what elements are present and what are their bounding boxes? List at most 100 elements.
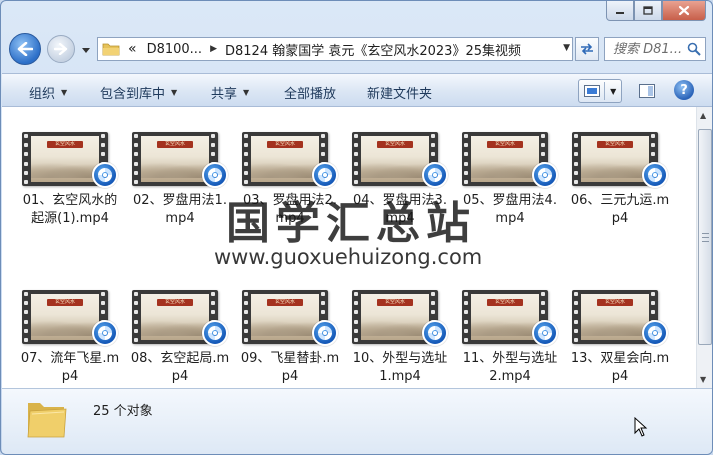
thumbnail-banner: 玄空风水: [487, 299, 523, 306]
chevron-right-icon[interactable]: ▶: [210, 44, 217, 54]
media-player-icon: [312, 320, 338, 346]
address-row: « D8100... ▶ D8124 翰蒙国学 袁元《玄空风水2023》25集视…: [1, 29, 712, 73]
media-player-icon: [642, 320, 668, 346]
share-label: 共享: [211, 87, 238, 102]
play-all-label: 全部播放: [284, 87, 337, 102]
explorer-window: « D8100... ▶ D8124 翰蒙国学 袁元《玄空风水2023》25集视…: [0, 0, 713, 455]
address-bar[interactable]: « D8100... ▶ D8124 翰蒙国学 袁元《玄空风水2023》25集视…: [97, 37, 573, 61]
video-thumbnail: 玄空风水: [572, 290, 668, 348]
media-player-icon: [92, 320, 118, 346]
media-player-icon: [642, 162, 668, 188]
thumbnail-banner: 玄空风水: [597, 299, 633, 306]
close-icon: [678, 5, 690, 16]
watermark-title: 国学汇总站: [226, 198, 476, 249]
organize-menu[interactable]: 组织 ▼: [29, 83, 67, 102]
video-thumbnail: 玄空风水: [352, 132, 448, 190]
file-name: 13、双星会向.mp4: [570, 351, 670, 384]
file-name: 06、三元九运.mp4: [570, 193, 670, 226]
question-mark-icon: ?: [680, 82, 688, 98]
thumbnail-banner: 玄空风水: [377, 299, 413, 306]
video-thumbnail: 玄空风水: [462, 290, 558, 348]
preview-pane-button[interactable]: [636, 81, 658, 101]
scrollbar-thumb[interactable]: [698, 129, 712, 345]
details-pane: 25 个对象: [2, 388, 712, 454]
chevron-down-icon: ▼: [610, 86, 617, 96]
thumbnail-banner: 玄空风水: [47, 299, 83, 306]
maximize-icon: [643, 6, 653, 15]
forward-button[interactable]: [47, 35, 75, 63]
close-button[interactable]: [662, 1, 706, 21]
play-all-button[interactable]: 全部播放: [284, 83, 336, 102]
vertical-scrollbar[interactable]: ▲ ▼: [696, 107, 712, 388]
file-name: 10、外型与选址1.mp4: [352, 351, 448, 384]
thumbnail-banner: 玄空风水: [47, 141, 83, 148]
video-thumbnail: 玄空风水: [22, 132, 118, 190]
search-icon[interactable]: [687, 42, 701, 56]
share-menu[interactable]: 共享 ▼: [211, 83, 249, 102]
media-player-icon: [202, 320, 228, 346]
file-name: 11、外型与选址2.mp4: [462, 351, 558, 384]
breadcrumb-overflow[interactable]: «: [128, 41, 137, 57]
file-name: 08、玄空起局.mp4: [130, 351, 230, 384]
media-player-icon: [422, 162, 448, 188]
thumbnail-banner: 玄空风水: [377, 141, 413, 148]
breadcrumb-segment[interactable]: D8124 翰蒙国学 袁元《玄空风水2023》25集视频: [225, 40, 521, 59]
address-history-chevron-icon[interactable]: ▼: [563, 43, 570, 53]
chevron-down-icon: ▼: [61, 88, 68, 97]
chevron-down-icon: [82, 47, 90, 53]
thumbnail-banner: 玄空风水: [267, 141, 303, 148]
folder-icon: [102, 43, 120, 56]
media-player-icon: [312, 162, 338, 188]
change-view-button[interactable]: ▼: [578, 79, 622, 103]
search-input[interactable]: [613, 41, 683, 57]
file-name: 09、飞星替卦.mp4: [240, 351, 340, 384]
back-button[interactable]: [9, 33, 41, 65]
file-name: 07、流年飞星.mp4: [20, 351, 120, 384]
media-player-icon: [422, 320, 448, 346]
video-thumbnail: 玄空风水: [132, 290, 228, 348]
media-player-icon: [532, 320, 558, 346]
scroll-down-icon[interactable]: ▼: [700, 375, 706, 384]
preview-pane-icon: [639, 84, 655, 98]
chevron-down-icon: ▼: [243, 88, 250, 97]
include-in-library-menu[interactable]: 包含到库中 ▼: [100, 83, 177, 102]
thumbnail-banner: 玄空风水: [487, 141, 523, 148]
thumbnail-banner: 玄空风水: [597, 141, 633, 148]
video-thumbnail: 玄空风水: [572, 132, 668, 190]
file-name: 01、玄空风水的起源(1).mp4: [22, 193, 118, 226]
media-player-icon: [92, 162, 118, 188]
view-icon: [583, 85, 600, 97]
video-thumbnail: 玄空风水: [462, 132, 558, 190]
media-player-icon: [532, 162, 558, 188]
new-folder-label: 新建文件夹: [367, 87, 433, 102]
arrow-left-icon: [17, 42, 33, 56]
recent-pages-button[interactable]: [79, 43, 93, 57]
breadcrumb-label: D8124 翰蒙国学 袁元《玄空风水2023》25集视频: [225, 43, 521, 59]
mouse-cursor-icon: [634, 417, 648, 437]
arrow-right-icon: [54, 43, 68, 55]
file-name: 02、罗盘用法1.mp4: [133, 193, 227, 226]
minimize-icon: [616, 11, 624, 14]
folder-icon: [27, 403, 67, 438]
video-thumbnail: 玄空风水: [352, 290, 448, 348]
maximize-button[interactable]: [634, 1, 662, 21]
chevron-down-icon: ▼: [171, 88, 178, 97]
watermark-url: www.guoxuehuizong.com: [214, 245, 483, 269]
video-thumbnail: 玄空风水: [132, 132, 228, 190]
include-in-library-label: 包含到库中: [100, 87, 166, 102]
organize-label: 组织: [29, 87, 56, 102]
thumbnail-banner: 玄空风水: [157, 141, 193, 148]
minimize-button[interactable]: [606, 1, 634, 21]
scroll-up-icon[interactable]: ▲: [700, 111, 706, 120]
video-thumbnail: 玄空风水: [242, 132, 338, 190]
refresh-button[interactable]: [575, 37, 599, 61]
breadcrumb-segment[interactable]: D8100...: [147, 42, 203, 57]
help-button[interactable]: ?: [674, 80, 694, 100]
video-thumbnail: 玄空风水: [242, 290, 338, 348]
search-box[interactable]: [604, 37, 706, 61]
caption-buttons: [606, 1, 706, 22]
breadcrumb-label: D8100...: [146, 41, 203, 57]
media-player-icon: [202, 162, 228, 188]
new-folder-button[interactable]: 新建文件夹: [367, 83, 432, 102]
command-bar: 组织 ▼ 包含到库中 ▼ 共享 ▼ 全部播放 新建文件夹 ▼ ?: [2, 73, 712, 107]
